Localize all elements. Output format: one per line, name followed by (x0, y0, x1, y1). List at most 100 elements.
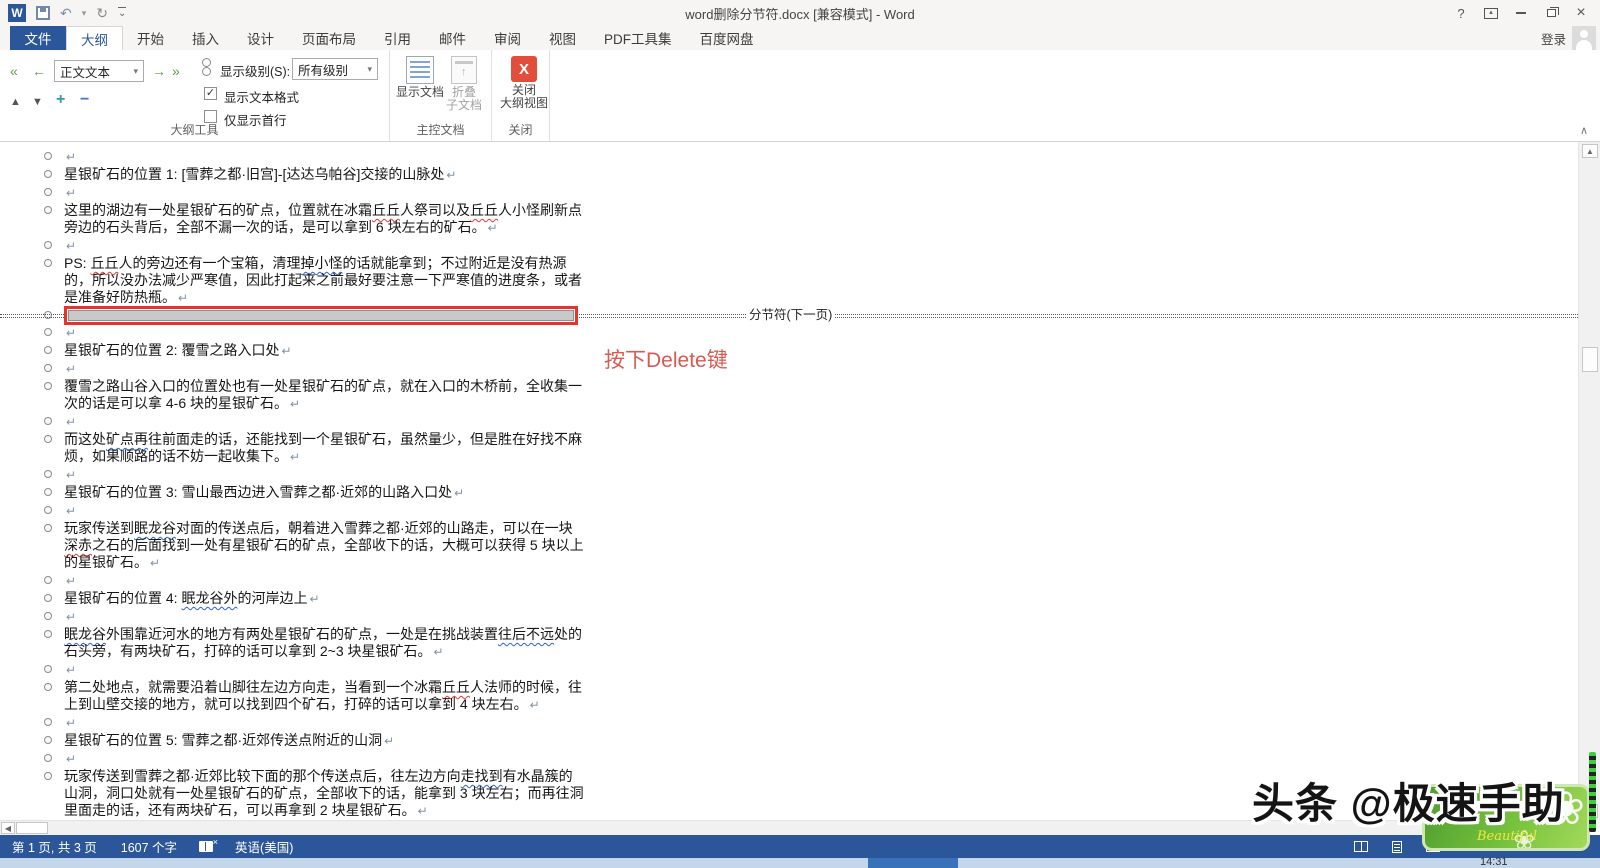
outline-paragraph[interactable]: ↵ (44, 466, 1578, 484)
outline-paragraph[interactable]: 星银矿石的位置 2: 覆雪之路入口处 ↵ (44, 342, 1578, 360)
paragraph-text[interactable]: PS: 丘丘人的旁边还有一个宝箱，清理掉小怪的话就能拿到；不过附近是没有热源的，… (64, 255, 584, 307)
outline-bullet-icon[interactable] (44, 328, 52, 336)
outline-bullet-icon[interactable] (44, 206, 52, 214)
minimize-button[interactable] (1506, 2, 1536, 24)
word-count[interactable]: 1607 个字 (109, 837, 189, 856)
proofing-status-icon[interactable] (199, 837, 218, 852)
tab-审阅[interactable]: 审阅 (480, 26, 535, 50)
tab-设计[interactable]: 设计 (233, 26, 288, 50)
show-text-format-label[interactable]: 显示文本格式 (224, 87, 299, 106)
paragraph-text[interactable]: ↵ (64, 750, 584, 768)
paragraph-text[interactable]: ↵ (64, 413, 584, 431)
tab-引用[interactable]: 引用 (370, 26, 425, 50)
outline-bullet-icon[interactable] (44, 259, 52, 267)
collapse-ribbon-icon[interactable]: ∧ (1580, 124, 1588, 137)
scroll-left-icon[interactable]: ◀ (1, 822, 15, 834)
show-text-format-checkbox[interactable]: ✓ (204, 87, 217, 100)
paragraph-text[interactable]: 玩家传送到眠龙谷对面的传送点后，朝着进入雪葬之都·近郊的山路走，可以在一块深赤之… (64, 520, 584, 572)
document-area[interactable]: ↵ 星银矿石的位置 1: [雪葬之都·旧宫]-[达达乌帕谷]交接的山脉处 ↵ ↵ 这里的… (0, 142, 1578, 820)
outline-paragraph[interactable]: 而这处矿点再往前面走的话，还能找到一个星银矿石，虽然量少，但是胜在好找不麻烦，如… (44, 431, 1578, 466)
paragraph-text[interactable]: 覆雪之路山谷入口的位置处也有一处星银矿石的矿点，就在入口的木桥前，全收集一次的话… (64, 378, 584, 413)
outline-paragraph[interactable]: ↵ (44, 608, 1578, 626)
outline-paragraph[interactable]: ↵ (44, 237, 1578, 255)
tab-PDF工具集[interactable]: PDF工具集 (590, 26, 686, 50)
page-indicator[interactable]: 第 1 页, 共 3 页 (0, 837, 109, 856)
outline-bullet-icon[interactable] (44, 683, 52, 691)
outline-bullet-icon[interactable] (44, 736, 52, 744)
vertical-scrollbar[interactable]: ▲ ▼ (1578, 142, 1600, 820)
outline-bullet-icon[interactable] (44, 382, 52, 390)
outline-paragraph[interactable]: ↵ (44, 572, 1578, 590)
outline-bullet-icon[interactable] (44, 612, 52, 620)
outline-bullet-icon[interactable] (44, 576, 52, 584)
redo-icon[interactable]: ↻ (96, 6, 108, 20)
outline-paragraph[interactable]: ↵ (44, 750, 1578, 768)
paragraph-text[interactable]: ↵ (64, 502, 584, 520)
paragraph-text[interactable]: 这里的湖边有一处星银矿石的矿点，位置就在冰霜丘丘人祭司以及丘丘人小怪刷新点旁边的… (64, 202, 584, 237)
outline-bullet-icon[interactable] (44, 417, 52, 425)
outline-bullet-icon[interactable] (44, 665, 52, 673)
tab-file[interactable]: 文件 (10, 26, 66, 50)
outline-paragraph[interactable]: 这里的湖边有一处星银矿石的矿点，位置就在冰霜丘丘人祭司以及丘丘人小怪刷新点旁边的… (44, 202, 1578, 237)
paragraph-text[interactable]: ↵ (64, 661, 584, 679)
outline-bullet-icon[interactable] (44, 346, 52, 354)
tab-开始[interactable]: 开始 (123, 26, 178, 50)
show-document-button[interactable]: 显示文档 (396, 56, 444, 99)
outline-paragraph[interactable]: ↵ (44, 324, 1578, 342)
outline-bullet-icon[interactable] (44, 470, 52, 478)
tab-大纲[interactable]: 大纲 (66, 26, 123, 50)
tab-百度网盘[interactable]: 百度网盘 (686, 26, 768, 50)
paragraph-text[interactable]: ↵ (64, 148, 584, 166)
close-button[interactable]: × (1566, 2, 1596, 24)
move-up-icon[interactable]: ▲ (10, 96, 21, 108)
outline-bullet-icon[interactable] (44, 435, 52, 443)
undo-dropdown-icon[interactable]: ▾ (82, 8, 87, 18)
paragraph-text[interactable]: ↵ (64, 324, 584, 342)
outline-bullet-icon[interactable] (44, 772, 52, 780)
outline-paragraph[interactable]: 玩家传送到眠龙谷对面的传送点后，朝着进入雪葬之都·近郊的山路走，可以在一块深赤之… (44, 520, 1578, 572)
qat-customize-icon[interactable]: ⌄ (118, 7, 127, 19)
tab-插入[interactable]: 插入 (178, 26, 233, 50)
promote-to-heading1-icon[interactable]: « (10, 63, 18, 79)
outline-paragraph[interactable]: 星银矿石的位置 3: 雪山最西边进入雪葬之都·近郊的山路入口处 ↵ (44, 484, 1578, 502)
tab-邮件[interactable]: 邮件 (425, 26, 480, 50)
move-down-icon[interactable]: ▼ (32, 96, 43, 108)
outline-paragraph[interactable]: ↵ (44, 502, 1578, 520)
demote-to-bodytext-icon[interactable]: » (172, 63, 180, 79)
user-avatar-icon[interactable] (1572, 26, 1596, 50)
outline-bullet-icon[interactable] (44, 170, 52, 178)
paragraph-text[interactable]: ↵ (64, 714, 584, 732)
paragraph-text[interactable]: 玩家传送到雪葬之都·近郊比较下面的那个传送点后，往左边方向走找到有水晶簇的山洞，… (64, 768, 584, 820)
collapse-icon[interactable]: − (80, 91, 89, 109)
ribbon-display-options-button[interactable]: ▴ (1476, 2, 1506, 24)
show-level-combobox[interactable]: 所有级别 ▾ (292, 58, 378, 80)
expand-icon[interactable]: + (56, 91, 65, 109)
language-indicator[interactable]: 英语(美国) (223, 837, 305, 856)
paragraph-text[interactable]: 而这处矿点再往前面走的话，还能找到一个星银矿石，虽然量少，但是胜在好找不麻烦，如… (64, 431, 584, 466)
word-logo-icon[interactable]: W (8, 4, 26, 22)
outline-paragraph[interactable]: ↵ (44, 184, 1578, 202)
outline-bullet-icon[interactable] (44, 152, 52, 160)
outline-paragraph[interactable]: 星银矿石的位置 4: 眠龙谷外的河岸边上 ↵ (44, 590, 1578, 608)
outline-bullet-icon[interactable] (44, 188, 52, 196)
selected-section-break[interactable] (68, 310, 574, 321)
outline-paragraph[interactable]: PS: 丘丘人的旁边还有一个宝箱，清理掉小怪的话就能拿到；不过附近是没有热源的，… (44, 255, 1578, 307)
outline-paragraph[interactable]: 星银矿石的位置 1: [雪葬之都·旧宫]-[达达乌帕谷]交接的山脉处 ↵ (44, 166, 1578, 184)
outline-paragraph[interactable]: ↵ (44, 661, 1578, 679)
outline-bullet-icon[interactable] (44, 488, 52, 496)
paragraph-text[interactable]: 星银矿石的位置 5: 雪葬之都·近郊传送点附近的山洞 ↵ (64, 732, 584, 750)
paragraph-text[interactable]: ↵ (64, 608, 584, 626)
promote-icon[interactable]: ← (32, 63, 46, 79)
print-layout-icon[interactable] (1392, 840, 1402, 853)
paragraph-text[interactable]: 眠龙谷外围靠近河水的地方有两处星银矿石的矿点，一处是在挑战装置往后不远处的石头旁… (64, 626, 584, 661)
outline-bullet-icon[interactable] (44, 630, 52, 638)
outline-level-combobox[interactable]: 正文文本 ▾ (54, 60, 144, 82)
paragraph-text[interactable]: ↵ (64, 360, 584, 378)
outline-paragraph[interactable]: 星银矿石的位置 5: 雪葬之都·近郊传送点附近的山洞 ↵ (44, 732, 1578, 750)
close-outline-view-button[interactable]: X 关闭 大纲视图 (500, 56, 548, 110)
undo-icon[interactable]: ↶ (60, 6, 72, 20)
scroll-up-icon[interactable]: ▲ (1582, 144, 1598, 158)
paragraph-text[interactable]: 星银矿石的位置 4: 眠龙谷外的河岸边上 ↵ (64, 590, 584, 608)
read-mode-icon[interactable] (1354, 841, 1368, 852)
outline-bullet-icon[interactable] (44, 718, 52, 726)
